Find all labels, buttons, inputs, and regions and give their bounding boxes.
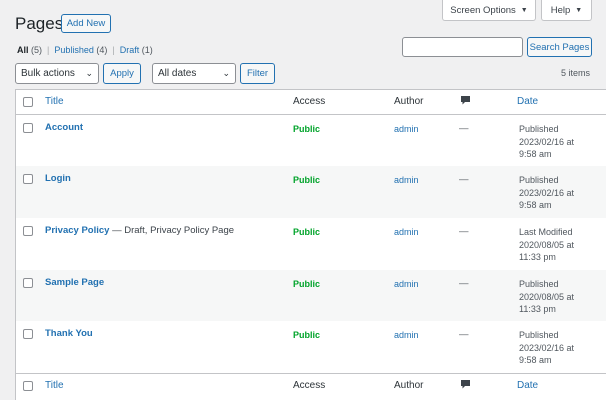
- comment-bubble-icon[interactable]: [460, 95, 471, 111]
- row-author-link[interactable]: admin: [394, 226, 419, 239]
- column-title-sort[interactable]: Title: [45, 380, 64, 393]
- dates-select[interactable]: All dates ⌄: [152, 63, 236, 84]
- search-input[interactable]: [402, 37, 523, 57]
- column-author: Author: [394, 380, 424, 391]
- view-all-link[interactable]: All (5): [17, 45, 42, 55]
- row-access: Public: [293, 124, 321, 134]
- column-date-sort[interactable]: Date: [517, 96, 538, 109]
- row-comments: —: [459, 174, 469, 185]
- row-checkbox[interactable]: [23, 226, 33, 236]
- row-author-link[interactable]: admin: [394, 329, 419, 342]
- table-row: Account Public admin — Published 2023/02/…: [16, 115, 606, 166]
- row-post-state: — Draft, Privacy Policy Page: [109, 225, 235, 236]
- select-all-checkbox[interactable]: [23, 97, 33, 107]
- row-access: Public: [293, 227, 321, 237]
- page-title: Pages: [15, 14, 64, 33]
- column-access: Access: [293, 380, 326, 391]
- row-title: Thank You: [45, 328, 93, 341]
- table-row: Login Public admin — Published 2023/02/16…: [16, 166, 606, 218]
- select-all-checkbox[interactable]: [23, 381, 33, 391]
- row-title-link[interactable]: Account: [45, 122, 83, 133]
- bulk-actions-select[interactable]: Bulk actions ⌄: [15, 63, 99, 84]
- row-title-link[interactable]: Login: [45, 173, 71, 184]
- separator: |: [47, 45, 50, 55]
- row-checkbox[interactable]: [23, 278, 33, 288]
- row-checkbox[interactable]: [23, 174, 33, 184]
- column-date-sort[interactable]: Date: [517, 380, 538, 393]
- help-label: Help: [550, 4, 571, 16]
- column-title-sort[interactable]: Title: [45, 96, 64, 109]
- row-date: Last Modified 2020/08/05 at 11:33 pm: [519, 227, 575, 263]
- row-title-link[interactable]: Sample Page: [45, 277, 104, 288]
- column-author: Author: [394, 96, 424, 107]
- row-title: Account: [45, 122, 83, 135]
- row-access: Public: [293, 175, 321, 185]
- row-author-link[interactable]: admin: [394, 278, 419, 291]
- separator: |: [112, 45, 115, 55]
- search-pages-button[interactable]: Search Pages: [527, 37, 592, 57]
- row-title: Privacy Policy — Draft, Privacy Policy P…: [45, 225, 234, 238]
- row-comments: —: [459, 329, 469, 340]
- row-checkbox[interactable]: [23, 123, 33, 133]
- chevron-down-icon: ⌄: [222, 68, 230, 78]
- comment-bubble-icon[interactable]: [460, 379, 471, 395]
- row-date: Published 2023/02/16 at 9:58 am: [519, 330, 575, 366]
- row-date: Published 2023/02/16 at 9:58 am: [519, 124, 575, 160]
- row-title-link[interactable]: Privacy Policy: [45, 225, 109, 236]
- row-comments: —: [459, 123, 469, 134]
- table-row: Sample Page Public admin — Published 2020…: [16, 270, 606, 321]
- row-checkbox[interactable]: [23, 329, 33, 339]
- bulk-actions-value: Bulk actions: [21, 68, 75, 79]
- row-title: Sample Page: [45, 277, 104, 290]
- add-new-button[interactable]: Add New: [61, 14, 111, 33]
- view-draft-link[interactable]: Draft (1): [120, 45, 153, 55]
- table-header: Title Access Author Date: [16, 90, 606, 115]
- pages-table: Title Access Author Date Account Public …: [15, 89, 606, 400]
- table-footer: Title Access Author Date: [16, 373, 606, 400]
- filter-button[interactable]: Filter: [240, 63, 275, 84]
- column-access: Access: [293, 96, 326, 107]
- row-date: Published 2023/02/16 at 9:58 am: [519, 175, 575, 211]
- table-row: Privacy Policy — Draft, Privacy Policy P…: [16, 218, 606, 270]
- views-filter: All (5) | Published (4) | Draft (1): [17, 45, 153, 55]
- row-access: Public: [293, 330, 321, 340]
- screen-options-label: Screen Options: [450, 4, 516, 16]
- table-row: Thank You Public admin — Published 2023/0…: [16, 321, 606, 373]
- row-title: Login: [45, 173, 71, 186]
- row-date: Published 2020/08/05 at 11:33 pm: [519, 279, 575, 315]
- caret-down-icon: ▼: [575, 6, 583, 14]
- items-count: 5 items: [561, 68, 591, 78]
- chevron-down-icon: ⌄: [85, 68, 93, 78]
- caret-down-icon: ▼: [520, 6, 528, 14]
- help-button[interactable]: Help ▼: [541, 0, 592, 21]
- screen-options-button[interactable]: Screen Options ▼: [442, 0, 536, 21]
- apply-button[interactable]: Apply: [103, 63, 141, 84]
- row-comments: —: [459, 278, 469, 289]
- view-published-link[interactable]: Published (4): [54, 45, 107, 55]
- row-title-link[interactable]: Thank You: [45, 328, 93, 339]
- row-access: Public: [293, 279, 321, 289]
- row-author-link[interactable]: admin: [394, 123, 419, 136]
- row-comments: —: [459, 226, 469, 237]
- row-author-link[interactable]: admin: [394, 174, 419, 187]
- dates-value: All dates: [158, 68, 197, 79]
